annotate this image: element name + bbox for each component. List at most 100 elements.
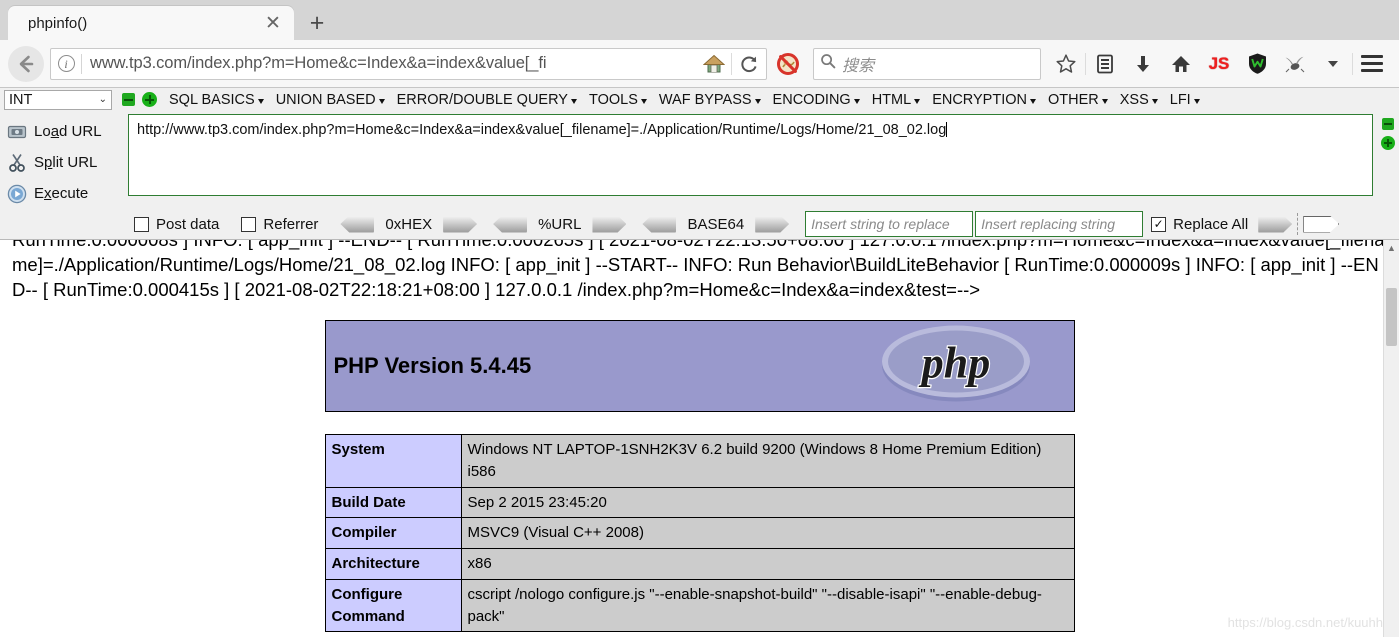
- post-data-label: Post data: [156, 215, 220, 233]
- replace-with-input[interactable]: Insert replacing string: [975, 211, 1144, 237]
- scroll-up-arrow-icon[interactable]: ▲: [1384, 240, 1399, 256]
- close-icon[interactable]: ✕: [262, 12, 284, 34]
- encoder-base64-group: BASE64: [642, 215, 790, 233]
- hackbar-url-input[interactable]: http://www.tp3.com/index.php?m=Home&c=In…: [128, 114, 1373, 196]
- hackbar-menu-waf-bypass[interactable]: WAF BYPASS: [653, 92, 767, 108]
- address-bar-actions: [697, 49, 766, 79]
- menu-label: ERROR/DOUBLE QUERY: [396, 91, 568, 108]
- hackbar-type-select[interactable]: INT ⌄: [4, 89, 112, 110]
- new-tab-button[interactable]: +: [300, 6, 334, 40]
- hackbar-menu-tools[interactable]: TOOLS: [583, 92, 653, 108]
- menu-label: LFI: [1169, 91, 1191, 108]
- reload-icon[interactable]: [732, 49, 766, 79]
- chevron-down-icon: [754, 98, 761, 104]
- hackbar-options-row: Post data Referrer 0xHEX %URL BASE64 Ins…: [0, 209, 1399, 239]
- search-placeholder: 搜索: [842, 57, 875, 75]
- table-row: System Windows NT LAPTOP-1SNH2K3V 6.2 bu…: [324, 434, 1075, 488]
- menu-label: WAF BYPASS: [658, 91, 752, 108]
- table-cell-key: Architecture: [324, 548, 462, 580]
- library-icon[interactable]: [1086, 45, 1124, 83]
- menu-label: SQL BASICS: [169, 91, 255, 108]
- firebug-icon[interactable]: [1276, 45, 1314, 83]
- remove-field-icon[interactable]: [1382, 118, 1394, 130]
- execute-label: Execute: [34, 185, 89, 202]
- hackbar-menu-sql-basics[interactable]: SQL BASICS: [163, 92, 270, 108]
- overflow-caret-icon[interactable]: [1314, 45, 1352, 83]
- browser-tab-strip: phpinfo() ✕ +: [0, 0, 1399, 40]
- hackbar-url-area: http://www.tp3.com/index.php?m=Home&c=In…: [128, 114, 1377, 209]
- bookmark-star-icon[interactable]: [1047, 45, 1085, 83]
- plus-icon[interactable]: [142, 92, 157, 107]
- apply-replace-button[interactable]: [1258, 215, 1293, 233]
- encode-base64-button[interactable]: [755, 215, 790, 233]
- referrer-checkbox[interactable]: Referrer: [241, 216, 318, 233]
- hackbar-menu-other[interactable]: OTHER: [1042, 92, 1114, 108]
- home-icon[interactable]: [1162, 45, 1200, 83]
- search-input[interactable]: 搜索: [813, 47, 1041, 80]
- table-cell-key: Compiler: [324, 517, 462, 549]
- home-icon[interactable]: [697, 49, 731, 79]
- decode-url-button[interactable]: [493, 215, 528, 233]
- minus-icon[interactable]: [122, 93, 135, 106]
- encoder-url-label: %URL: [538, 215, 582, 233]
- scrollbar-thumb[interactable]: [1386, 288, 1397, 346]
- load-url-label: Load URL: [34, 123, 102, 140]
- browser-tab[interactable]: phpinfo() ✕: [8, 6, 294, 40]
- replace-all-checkbox[interactable]: ✓ Replace All: [1151, 216, 1248, 233]
- info-glyph: i: [57, 55, 75, 72]
- text-caret: [946, 122, 948, 137]
- php-version-header: PHP Version 5.4.45 php: [324, 320, 1075, 412]
- hackbar-menu-error-double-query[interactable]: ERROR/DOUBLE QUERY: [391, 92, 583, 108]
- watermark-text: https://blog.csdn.net/kuuhh: [1227, 615, 1383, 630]
- execute-play-icon: [0, 184, 34, 204]
- replace-search-input[interactable]: Insert string to replace: [805, 211, 974, 237]
- split-url-button[interactable]: Split URL: [0, 147, 128, 178]
- extra-action-button[interactable]: [1303, 215, 1340, 233]
- decode-hex-button[interactable]: [340, 215, 375, 233]
- tab-title: phpinfo(): [28, 14, 88, 32]
- hackbar-menu-encoding[interactable]: ENCODING: [767, 92, 866, 108]
- javascript-toggle-icon[interactable]: JS: [1200, 45, 1238, 83]
- php-logo-icon: php: [880, 324, 1032, 409]
- info-icon[interactable]: i: [51, 49, 81, 79]
- hackbar-menu-union-based[interactable]: UNION BASED: [270, 92, 391, 108]
- post-data-checkbox[interactable]: Post data: [134, 216, 219, 233]
- hackbar-menu-encryption[interactable]: ENCRYPTION: [926, 92, 1042, 108]
- table-cell-key: Configure Command: [324, 578, 462, 633]
- chevron-down-icon: [1101, 98, 1108, 104]
- execute-button[interactable]: Execute: [0, 178, 128, 209]
- hackbar-panel: INT ⌄ SQL BASICS UNION BASED ERROR/DOUBL…: [0, 88, 1399, 240]
- menu-label: ENCRYPTION: [932, 91, 1027, 108]
- chevron-down-icon: [914, 98, 921, 104]
- svg-text:php: php: [917, 339, 989, 388]
- decode-base64-button[interactable]: [642, 215, 677, 233]
- menu-hamburger-icon[interactable]: [1353, 45, 1391, 83]
- encode-hex-button[interactable]: [443, 215, 478, 233]
- noscript-blocked-icon[interactable]: [771, 47, 805, 81]
- table-cell-value: MSVC9 (Visual C++ 2008): [460, 517, 1075, 549]
- chevron-down-icon: [853, 98, 860, 104]
- menu-label: OTHER: [1048, 91, 1099, 108]
- hackbar-menu-html[interactable]: HTML: [866, 92, 926, 108]
- chevron-down-icon: [257, 98, 264, 104]
- split-url-scissors-icon: [0, 153, 34, 172]
- back-arrow-icon[interactable]: [8, 45, 44, 82]
- table-cell-key: System: [324, 434, 462, 488]
- wappalyzer-shield-icon[interactable]: [1238, 45, 1276, 83]
- hackbar-menu-lfi[interactable]: LFI: [1164, 92, 1206, 108]
- hackbar-url-value: http://www.tp3.com/index.php?m=Home&c=In…: [137, 122, 947, 138]
- hackbar-menu-xss[interactable]: XSS: [1114, 92, 1164, 108]
- chevron-down-icon: [640, 98, 647, 104]
- load-url-button[interactable]: Load URL: [0, 116, 128, 147]
- referrer-label: Referrer: [263, 215, 319, 233]
- address-bar[interactable]: i www.tp3.com/index.php?m=Home&c=Index&a…: [50, 47, 767, 80]
- page-scrollbar[interactable]: ▲: [1383, 240, 1399, 637]
- encoder-url-group: %URL: [493, 215, 627, 233]
- table-cell-value: Sep 2 2015 23:45:20: [460, 486, 1075, 519]
- checkbox-box: [241, 216, 257, 232]
- phpinfo-table: System Windows NT LAPTOP-1SNH2K3V 6.2 bu…: [324, 434, 1075, 633]
- add-field-icon[interactable]: [1381, 136, 1395, 150]
- downloads-icon[interactable]: [1124, 45, 1162, 83]
- php-version-label: PHP Version 5.4.45: [333, 353, 532, 378]
- encode-url-button[interactable]: [592, 215, 627, 233]
